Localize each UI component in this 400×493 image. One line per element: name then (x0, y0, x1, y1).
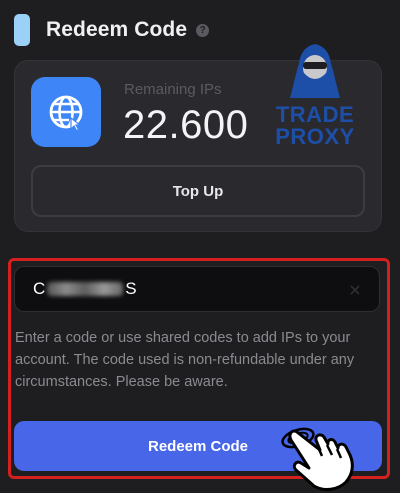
code-value-start: C (33, 279, 46, 298)
code-input[interactable]: C S (14, 266, 380, 312)
header-accent-bar (14, 14, 30, 46)
trade-proxy-watermark: TRADE PROXY (272, 42, 358, 149)
page-title: Redeem Code (46, 18, 188, 41)
code-redacted (47, 282, 124, 296)
redeem-helper-text: Enter a code or use shared codes to add … (15, 330, 355, 390)
help-icon[interactable]: ? (196, 23, 210, 37)
clear-input-icon[interactable] (349, 284, 361, 296)
remaining-ips-label: Remaining IPs (124, 81, 222, 98)
watermark-line-2: PROXY (275, 124, 355, 149)
code-value-end: S (125, 279, 137, 298)
remaining-ips-value: 22.600 (123, 103, 249, 147)
page-header: Redeem Code ? (14, 14, 210, 46)
globe-icon (31, 77, 101, 147)
top-up-button[interactable]: Top Up (31, 165, 365, 217)
hand-pointer-icon (281, 427, 354, 491)
